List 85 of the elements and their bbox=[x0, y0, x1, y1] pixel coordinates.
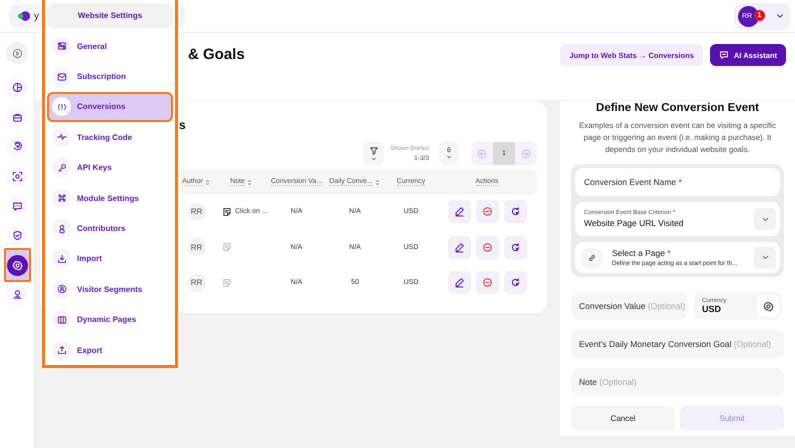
menu-item[interactable]: Conversions bbox=[47, 92, 173, 122]
upload-icon bbox=[56, 345, 66, 356]
edit-button[interactable] bbox=[448, 271, 470, 294]
link-icon bbox=[587, 252, 597, 262]
cancel-button[interactable]: Cancel bbox=[571, 406, 675, 430]
refresh-button[interactable] bbox=[504, 236, 526, 259]
key-icon bbox=[56, 162, 66, 173]
author-avatar: RR bbox=[188, 202, 206, 221]
user-pin-icon bbox=[12, 289, 22, 300]
delete-button[interactable] bbox=[476, 271, 498, 294]
menu-title: Website Settings bbox=[47, 3, 173, 28]
filter-icon bbox=[368, 146, 379, 156]
form-title: Define New Conversion Event bbox=[595, 101, 760, 115]
user-circle-icon bbox=[56, 284, 66, 294]
edit-button[interactable] bbox=[448, 200, 470, 224]
menu-item[interactable]: Import bbox=[47, 244, 173, 274]
site-name: y bbox=[34, 10, 39, 22]
nav-button[interactable] bbox=[7, 136, 27, 157]
menu-item[interactable]: General bbox=[47, 31, 173, 62]
pie-chart-icon bbox=[12, 82, 22, 94]
columns-icon bbox=[56, 314, 66, 325]
menu-item[interactable]: Subscription bbox=[47, 61, 173, 92]
chevron-down-icon bbox=[446, 154, 452, 160]
menu-item[interactable]: Export bbox=[47, 334, 173, 366]
minus-circle-icon bbox=[482, 277, 492, 288]
refresh-button[interactable] bbox=[504, 271, 526, 294]
nav-button[interactable] bbox=[7, 226, 27, 246]
sort-icon bbox=[374, 178, 381, 186]
goal-field[interactable]: Event's Daily Monetary Conversion Goal (Optional) bbox=[571, 330, 784, 358]
arrow-right-icon bbox=[521, 148, 531, 158]
chat-icon bbox=[718, 50, 729, 60]
gear-icon bbox=[12, 260, 22, 271]
toggles-icon bbox=[56, 41, 66, 52]
refresh-icon bbox=[510, 277, 520, 288]
refresh-icon bbox=[510, 242, 520, 253]
pulse-icon bbox=[56, 132, 66, 142]
note-field[interactable]: Note (Optional) bbox=[571, 368, 784, 396]
command-icon bbox=[56, 193, 66, 204]
event-name-field[interactable]: Conversion Event Name * bbox=[575, 168, 780, 196]
delete-button[interactable] bbox=[476, 236, 498, 259]
page-title: & Goals bbox=[188, 46, 245, 63]
card-title: s bbox=[179, 118, 187, 132]
author-avatar: RR bbox=[188, 274, 206, 292]
logo-icon bbox=[17, 9, 31, 23]
exclamation-icon bbox=[56, 102, 66, 112]
refresh-button[interactable] bbox=[504, 200, 526, 224]
minus-circle-icon bbox=[482, 242, 492, 253]
sort-icon bbox=[246, 178, 253, 186]
chevron-down-icon bbox=[370, 156, 377, 162]
arrow-left-icon bbox=[477, 148, 487, 158]
chevron-down-icon bbox=[760, 253, 770, 262]
shield-icon bbox=[12, 230, 22, 242]
filter-button[interactable] bbox=[363, 142, 384, 165]
edit-button[interactable] bbox=[448, 236, 470, 259]
minus-circle-icon bbox=[482, 206, 492, 218]
menu-item[interactable]: API Keys bbox=[47, 152, 173, 183]
download-icon bbox=[56, 254, 66, 264]
pencil-icon bbox=[454, 242, 464, 253]
author-avatar: RR bbox=[188, 238, 206, 256]
play-circle-icon bbox=[12, 48, 22, 58]
sort-icon bbox=[204, 178, 211, 186]
person-icon bbox=[56, 224, 66, 234]
envelope-icon bbox=[56, 72, 66, 82]
currency-settings-button[interactable] bbox=[757, 295, 779, 317]
scan-icon bbox=[12, 171, 22, 182]
menu-item[interactable]: Visitor Segments bbox=[47, 274, 173, 305]
nav-button[interactable] bbox=[4, 248, 30, 282]
menu-item[interactable]: Contributors bbox=[47, 213, 173, 244]
nav-button[interactable] bbox=[7, 196, 27, 216]
nav-button[interactable] bbox=[7, 284, 27, 305]
gear-icon bbox=[762, 300, 774, 312]
conversion-value-field[interactable]: Conversion Value (Optional) bbox=[571, 292, 688, 320]
nav-button[interactable] bbox=[7, 166, 27, 187]
refresh-icon bbox=[510, 206, 520, 218]
menu-item[interactable]: Module Settings bbox=[47, 182, 173, 214]
chat-icon bbox=[12, 200, 22, 212]
pencil-icon bbox=[454, 277, 464, 288]
menu-item[interactable]: Tracking Code bbox=[47, 122, 173, 153]
briefcase-icon bbox=[12, 112, 22, 123]
nav-button[interactable] bbox=[7, 78, 27, 98]
menu-item[interactable]: Dynamic Pages bbox=[47, 304, 173, 335]
spiral-icon bbox=[12, 141, 22, 152]
pencil-icon bbox=[454, 206, 464, 218]
nav-button[interactable] bbox=[7, 107, 27, 128]
delete-button[interactable] bbox=[476, 200, 498, 224]
